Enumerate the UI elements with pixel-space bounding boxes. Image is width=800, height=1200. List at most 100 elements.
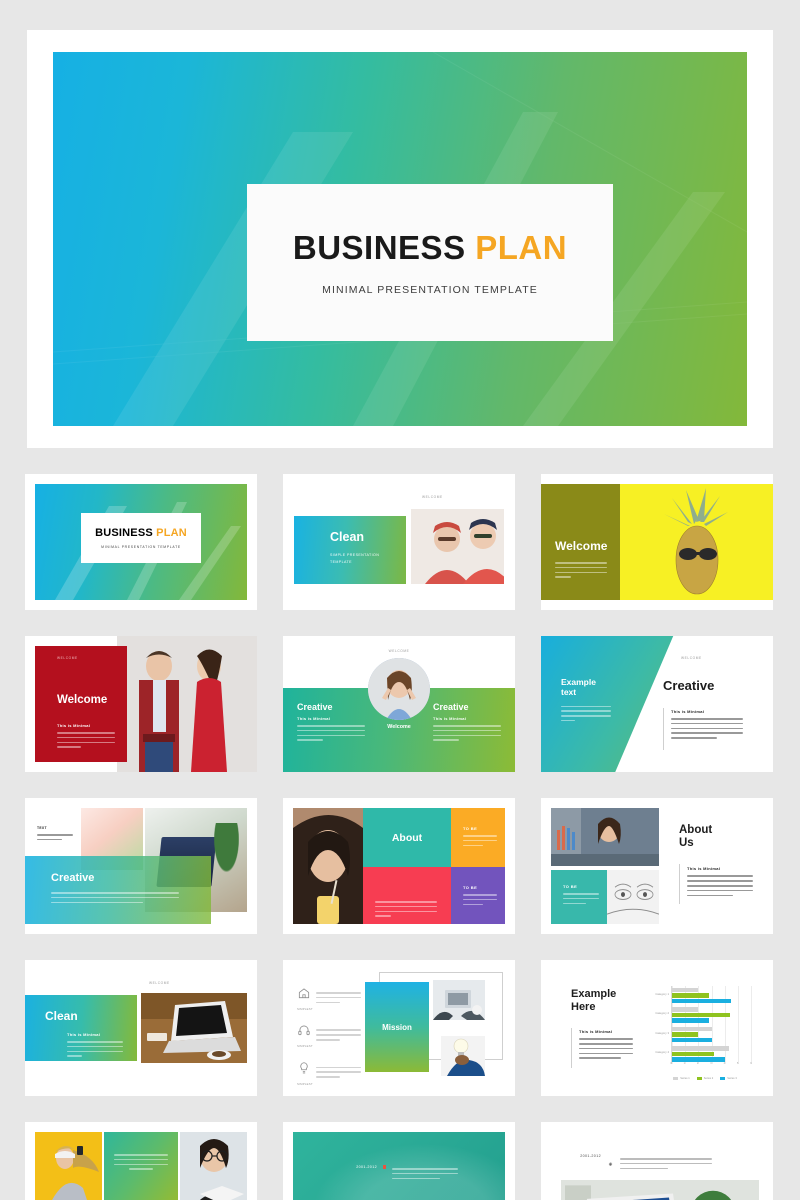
dancing-girl-photo — [35, 1132, 102, 1200]
chart-x-tick-label: 6 — [750, 1062, 752, 1065]
slide-thumbnail-12[interactable]: Example Here This is Minimal Category 1C… — [541, 960, 773, 1096]
plant-shape — [212, 822, 241, 877]
laptop-desk-photo — [141, 993, 247, 1063]
slide4-title: Welcome — [57, 694, 108, 706]
chart-bar[interactable] — [672, 1046, 729, 1051]
slide-thumbnail-2[interactable]: WELCOME Clean SIMPLE PRESENTATION TEMPLA… — [283, 474, 515, 610]
slide6-left-text: Example text — [561, 677, 621, 725]
slide7-meta-title: TEXT — [37, 826, 47, 830]
slide5-circle-photo — [368, 658, 430, 720]
slide-thumbnail-3[interactable]: Welcome — [541, 474, 773, 610]
chart-x-tick-label: 3 — [710, 1062, 712, 1065]
chart-category-label: Category 2 — [655, 1011, 669, 1016]
woman-drink-photo — [293, 808, 363, 924]
slide10-title: Clean — [45, 1009, 78, 1023]
chart-legend-swatch — [696, 1077, 702, 1080]
slide5-right-title: Creative — [433, 702, 469, 712]
title-slide: BUSINESS PLAN MINIMAL PRESENTATION TEMPL… — [25, 474, 257, 610]
chart-bar[interactable] — [672, 1032, 699, 1037]
chart-x-axis: 0 1 2 3 4 5 6 — [670, 1062, 752, 1070]
slide4-lead: This is Minimal — [57, 723, 91, 728]
slide6-divider — [663, 708, 664, 750]
teal-timeline-slide: 2001-2012 2001-2012 — [283, 1122, 515, 1200]
mission-slide: SIMPLEST SIMPLEST SIMPLEST Mission — [283, 960, 515, 1096]
list-item[interactable]: SIMPLEST — [297, 986, 361, 1011]
welcome-pineapple-slide: Welcome — [541, 474, 773, 610]
chart-bar[interactable] — [672, 987, 699, 993]
slide6-left-body — [561, 705, 611, 722]
chart-bar[interactable] — [672, 1037, 712, 1043]
slide11-title: Mission — [382, 1022, 412, 1032]
slide-thumbnail-1[interactable]: BUSINESS PLAN MINIMAL PRESENTATION TEMPL… — [25, 474, 257, 610]
girl-peace-photo — [368, 658, 430, 720]
chart-x-tick-label: 5 — [736, 1062, 739, 1065]
chart-bar[interactable] — [672, 1007, 699, 1012]
chart-bar[interactable] — [672, 1026, 712, 1032]
creative-two-column-slide: WELCOME Welcome Creative This is Minimal — [283, 636, 515, 772]
slide13-yellow-photo — [35, 1132, 102, 1200]
slide9-divider — [679, 864, 680, 904]
slide12-body — [579, 1038, 633, 1059]
slide-thumbnail-4[interactable]: WELCOME Welcome This is Minimal — [25, 636, 257, 772]
slide-thumbnail-10[interactable]: WELCOME Clean This is Minimal — [25, 960, 257, 1096]
clean-intro-slide: WELCOME Clean SIMPLE PRESENTATION TEMPLA… — [294, 483, 504, 601]
presentation-preview-page: BUSINESS PLAN MINIMAL PRESENTATION TEMPL… — [0, 0, 800, 1200]
chart-bar[interactable] — [672, 1051, 715, 1057]
hero-slide-frame: BUSINESS PLAN MINIMAL PRESENTATION TEMPL… — [27, 30, 773, 448]
slide10-lead: This is Minimal — [67, 1032, 101, 1037]
slide8-purple-title: TO BE — [463, 885, 478, 890]
slide9-right-text: About Us This is Minimal — [679, 824, 763, 899]
slide7-meta: TEXT — [37, 826, 73, 844]
chart-legend-item[interactable]: Series 2 — [696, 1077, 713, 1080]
chart-bar[interactable] — [672, 1018, 709, 1023]
slide12-divider — [571, 1028, 572, 1068]
chart-legend-swatch — [673, 1077, 679, 1080]
slide9-lead: This is Minimal — [687, 866, 721, 872]
slide6-right-title: Creative — [663, 678, 715, 693]
slide-thumbnail-11[interactable]: SIMPLEST SIMPLEST SIMPLEST Mission — [283, 960, 515, 1096]
slide-thumbnail-13[interactable] — [25, 1122, 257, 1200]
laptop-plant-photo — [561, 1180, 759, 1200]
slide6-right-body — [671, 718, 743, 739]
chart-x-tick-label: 2 — [696, 1062, 699, 1065]
list-item[interactable]: SIMPLEST — [297, 1023, 361, 1048]
slide7-body — [51, 892, 179, 904]
chart-bar[interactable] — [672, 998, 732, 1004]
chart-bar[interactable] — [672, 1012, 730, 1018]
slide-thumbnail-grid: BUSINESS PLAN MINIMAL PRESENTATION TEMPL… — [25, 474, 775, 1200]
slide11-tablet-photo — [433, 980, 485, 1020]
home-icon: SIMPLEST — [297, 986, 313, 1011]
slide2-subtitle-line1: SIMPLE PRESENTATION — [330, 553, 380, 557]
slide-thumbnail-7[interactable]: TEXT Creative — [25, 798, 257, 934]
slide9-teal-title: TO BE — [563, 884, 578, 889]
slide-thumbnail-9[interactable]: TO BE About Us This is Minimal — [541, 798, 773, 934]
timeline-date: 2001-2012 — [580, 1154, 601, 1158]
slide-thumbnail-15[interactable]: 2001-2012 — [541, 1122, 773, 1200]
chart-category-group: Category 2 — [655, 1007, 751, 1023]
hero-slide[interactable]: BUSINESS PLAN MINIMAL PRESENTATION TEMPL… — [53, 52, 747, 426]
slide9-body — [687, 875, 753, 897]
slide10-photo — [141, 993, 247, 1063]
bar-chart[interactable]: Category 1 Category 2 Category 3 Category 4… — [649, 986, 761, 1080]
chart-legend-item[interactable]: Series 1 — [673, 1077, 690, 1080]
slide-thumbnail-14[interactable]: 2001-2012 2001-2012 — [283, 1122, 515, 1200]
chart-bar[interactable] — [672, 993, 709, 998]
slide-thumbnail-5[interactable]: WELCOME Welcome Creative This is Minimal — [283, 636, 515, 772]
slide-thumbnail-8[interactable]: About TO BE TO BE — [283, 798, 515, 934]
timeline-row: 2001-2012 — [351, 1164, 459, 1182]
chart-bar[interactable] — [672, 1057, 725, 1062]
slide7-meta-body — [37, 834, 73, 841]
timeline-row: 2001-2012 — [575, 1154, 712, 1172]
slide8-orange-block: TO BE — [451, 808, 505, 867]
list-item-lines — [316, 1029, 361, 1041]
chart-category-group: Category 4 — [655, 1046, 751, 1062]
meeting-photo — [433, 980, 485, 1020]
timeline-body — [620, 1154, 712, 1172]
slide12-lead: This is Minimal — [579, 1029, 613, 1035]
slide-thumbnail-6[interactable]: Example text WELCOME Creative This is Mi… — [541, 636, 773, 772]
timeline-lines — [620, 1158, 712, 1170]
chart-legend-item[interactable]: Series 3 — [720, 1077, 737, 1080]
slide12-title-line1: Example — [571, 988, 617, 1000]
slide7-title: Creative — [51, 872, 95, 884]
list-item[interactable]: SIMPLEST — [297, 1061, 361, 1086]
